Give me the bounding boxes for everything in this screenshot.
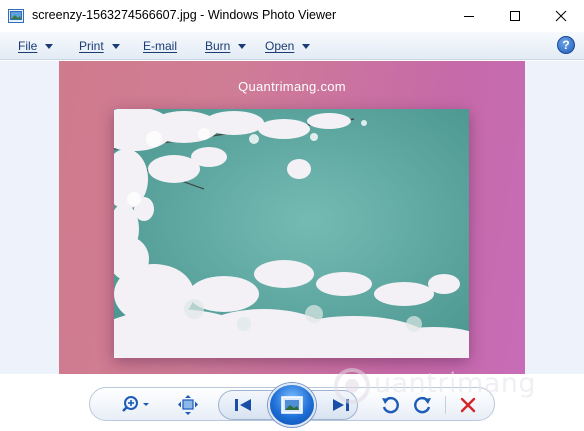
image-viewer-area: Quantrimang.com — [0, 61, 584, 374]
menu-print-label: Print — [79, 39, 104, 53]
minimize-icon — [464, 16, 474, 17]
minimize-button[interactable] — [446, 0, 492, 32]
delete-button[interactable] — [456, 393, 480, 417]
slideshow-button[interactable] — [268, 383, 316, 427]
rotate-clockwise-button[interactable] — [411, 393, 435, 417]
close-icon — [555, 10, 567, 22]
menu-open[interactable]: Open — [265, 39, 311, 53]
menu-burn-label: Burn — [205, 39, 231, 53]
actual-size-button[interactable] — [176, 393, 200, 417]
menu-open-label: Open — [265, 39, 295, 53]
chevron-down-icon — [45, 43, 54, 49]
menu-file[interactable]: File — [18, 39, 54, 53]
menu-email[interactable]: E-mail — [143, 39, 177, 53]
zoom-icon — [122, 396, 149, 412]
image-overlay-text: Quantrimang.com — [238, 79, 346, 94]
chevron-down-icon — [111, 43, 120, 49]
chevron-down-icon — [238, 43, 247, 49]
blossom-illustration — [114, 109, 469, 358]
control-bar — [0, 374, 584, 431]
displayed-image: Quantrimang.com — [59, 61, 525, 374]
window-title: screenzy-1563274566607.jpg - Windows Pho… — [32, 8, 337, 22]
previous-button[interactable] — [230, 394, 256, 416]
maximize-button[interactable] — [492, 0, 538, 32]
menu-burn[interactable]: Burn — [205, 39, 247, 53]
next-button[interactable] — [328, 394, 354, 416]
next-icon — [333, 399, 349, 411]
zoom-button[interactable] — [118, 393, 154, 417]
cherry-blossom-photo — [114, 109, 469, 358]
title-bar: screenzy-1563274566607.jpg - Windows Pho… — [0, 0, 584, 32]
chevron-down-icon — [302, 43, 311, 49]
rotate-counterclockwise-icon — [382, 397, 399, 414]
rotate-clockwise-icon — [414, 397, 431, 414]
previous-icon — [235, 399, 251, 411]
menu-email-label: E-mail — [143, 39, 178, 53]
slideshow-icon — [281, 396, 303, 414]
toolbar-divider — [445, 396, 446, 414]
menu-bar: File Print E-mail Burn Open — [0, 32, 584, 60]
menu-file-label: File — [18, 39, 38, 53]
close-button[interactable] — [538, 0, 584, 32]
menu-print[interactable]: Print — [79, 39, 120, 53]
delete-icon — [460, 397, 476, 413]
maximize-icon — [510, 11, 520, 21]
photo-viewer-app-icon — [8, 9, 24, 23]
rotate-counterclockwise-button[interactable] — [378, 393, 402, 417]
help-icon[interactable]: ? — [557, 36, 575, 54]
actual-size-icon — [178, 395, 198, 415]
